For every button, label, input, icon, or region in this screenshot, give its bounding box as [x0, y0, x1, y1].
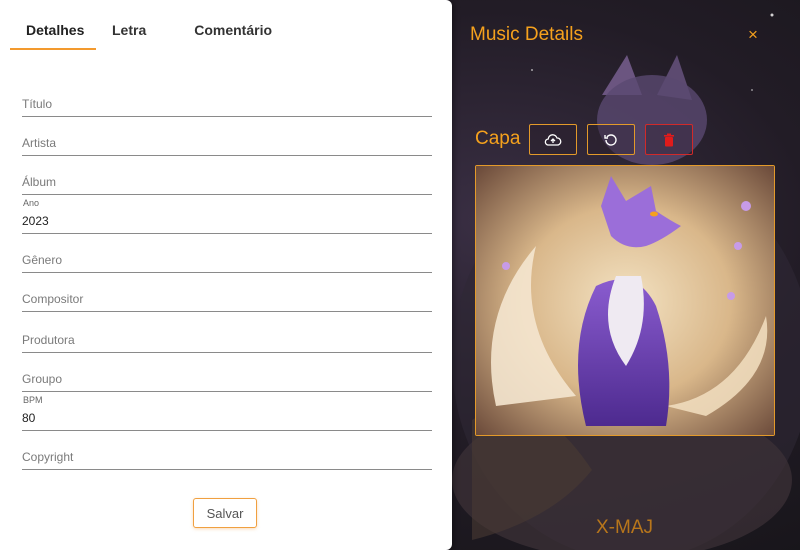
produtora-field[interactable]: Produtora	[22, 322, 432, 353]
delete-cover-button[interactable]	[645, 124, 693, 155]
cover-image	[475, 165, 775, 436]
album-field[interactable]: Álbum	[22, 164, 432, 195]
refresh-icon	[604, 133, 617, 146]
cover-label: Capa	[475, 128, 521, 149]
ano-label: Ano	[23, 198, 40, 208]
genero-placeholder: Gênero	[22, 253, 63, 267]
groupo-field[interactable]: Groupo	[22, 361, 432, 392]
copyright-field[interactable]: Copyright	[22, 439, 432, 470]
reset-cover-button[interactable]	[587, 124, 635, 155]
artista-placeholder: Artista	[22, 136, 57, 150]
produtora-placeholder: Produtora	[22, 333, 75, 347]
save-button[interactable]: Salvar	[193, 498, 257, 528]
tab-letra[interactable]: Letra	[96, 14, 162, 48]
cloud-upload-icon	[544, 133, 562, 146]
bpm-value: 80	[22, 411, 36, 425]
titulo-field[interactable]: Título	[22, 86, 432, 117]
artista-field[interactable]: Artista	[22, 125, 432, 156]
tab-comentario[interactable]: Comentário	[178, 14, 288, 48]
brand-logo-text: X-MAJ	[596, 517, 653, 538]
details-form-panel: Detalhes Letra Comentário Título Artista…	[0, 0, 452, 550]
fox-cover-art	[476, 166, 774, 435]
ano-value: 2023	[22, 214, 49, 228]
upload-cover-button[interactable]	[529, 124, 577, 155]
bpm-label: BPM	[23, 395, 43, 405]
trash-icon	[664, 133, 674, 146]
bpm-field[interactable]: BPM 80	[22, 395, 432, 431]
album-placeholder: Álbum	[22, 175, 57, 189]
groupo-placeholder: Groupo	[22, 372, 63, 386]
compositor-field[interactable]: Compositor	[22, 281, 432, 312]
close-icon[interactable]: ×	[748, 25, 758, 45]
genero-field[interactable]: Gênero	[22, 242, 432, 273]
compositor-placeholder: Compositor	[22, 292, 84, 306]
tab-detalhes[interactable]: Detalhes	[10, 14, 96, 50]
ano-field[interactable]: Ano 2023	[22, 198, 432, 234]
tab-bar: Detalhes Letra Comentário	[10, 14, 288, 50]
copyright-placeholder: Copyright	[22, 450, 74, 464]
panel-title: Music Details	[470, 24, 583, 45]
titulo-placeholder: Título	[22, 97, 53, 111]
